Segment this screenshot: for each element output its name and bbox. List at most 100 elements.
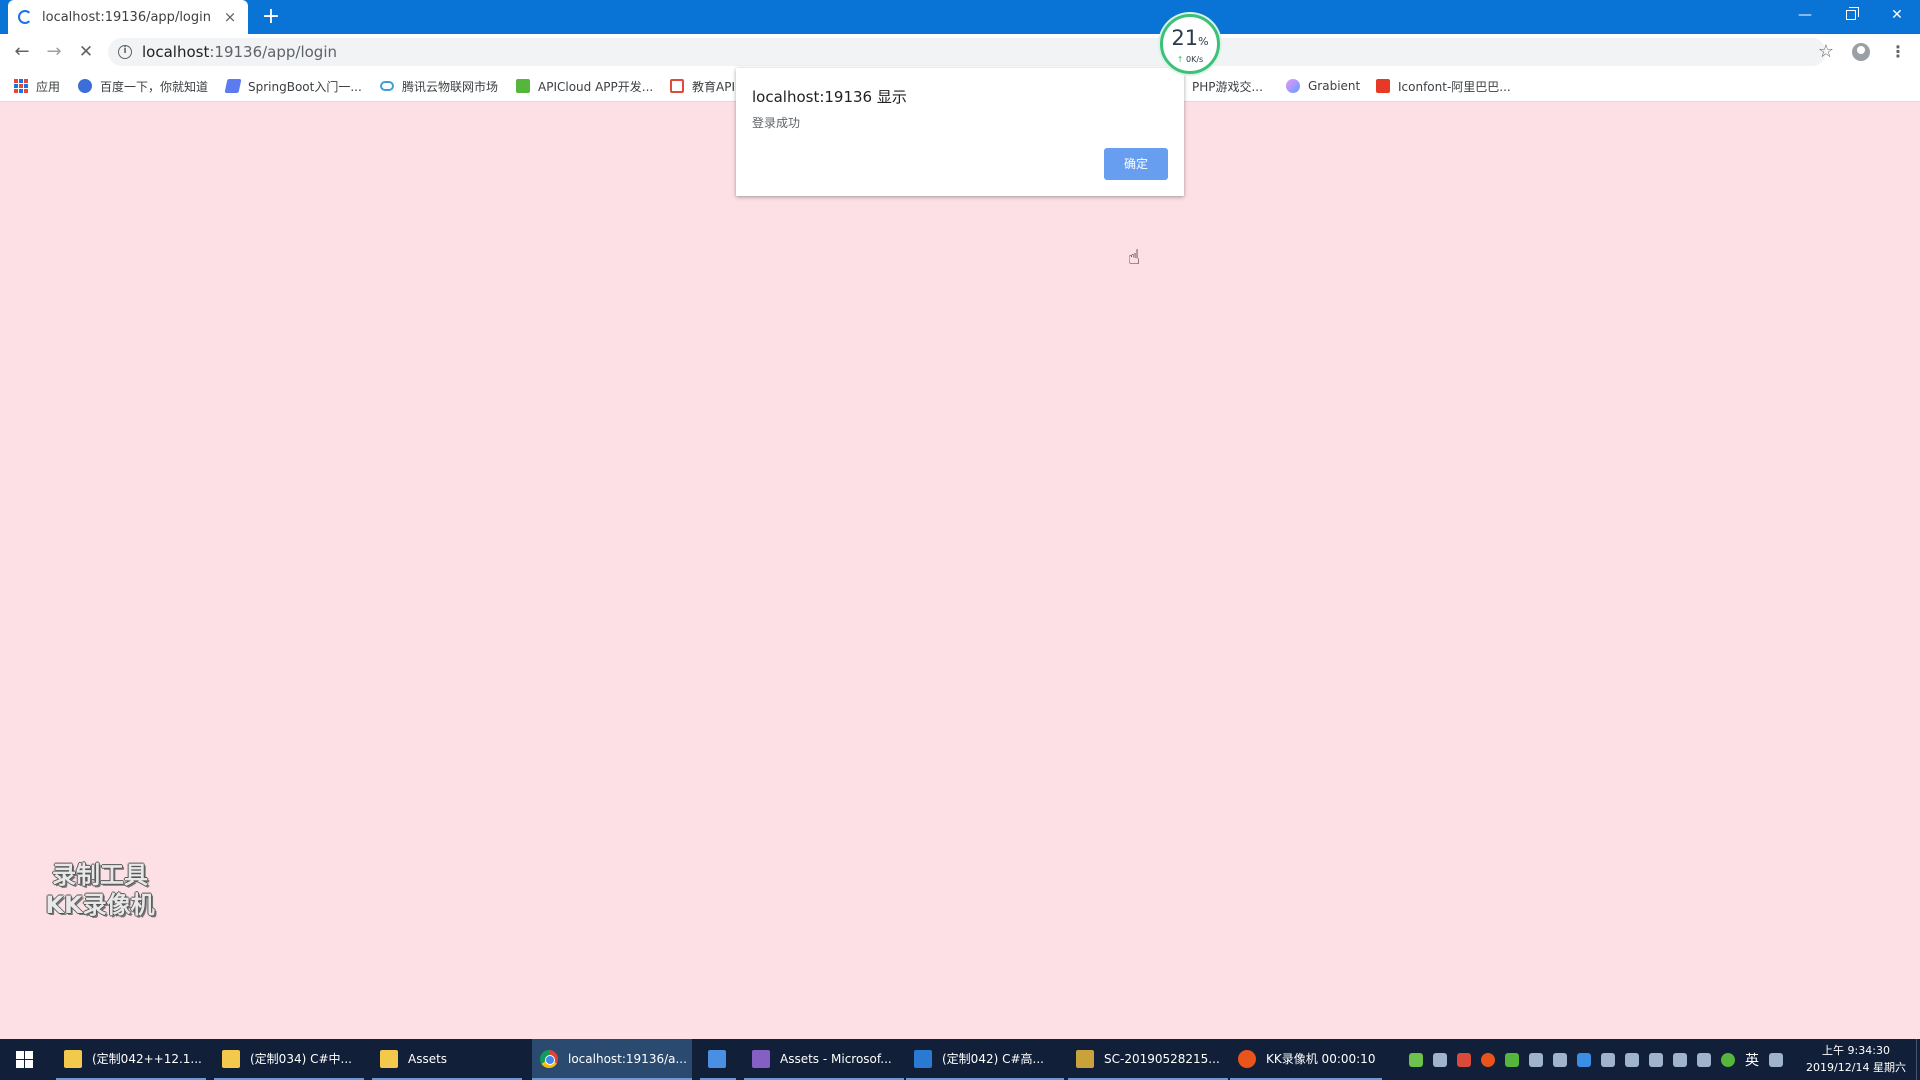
url-text[interactable]: localhost:19136/app/login xyxy=(142,38,337,66)
taskbar-item[interactable]: Assets xyxy=(372,1039,522,1080)
tool-icon xyxy=(1076,1049,1094,1068)
taskbar-item[interactable]: (定制034) C#中... xyxy=(214,1039,364,1080)
taskbar-item-label: Assets - Microsof... xyxy=(780,1051,892,1066)
bookmark-star-icon[interactable]: ☆ xyxy=(1812,38,1840,66)
taskbar-item-label: localhost:19136/a... xyxy=(568,1051,687,1066)
bookmark-label: Grabient xyxy=(1308,79,1361,93)
dialog-title: localhost:19136 显示 xyxy=(752,88,907,106)
bookmark-grabient[interactable]: Grabient xyxy=(1286,70,1360,102)
forward-button[interactable]: → xyxy=(40,38,68,66)
springboot-icon xyxy=(224,79,242,93)
windows-taskbar: (定制042++12.1... (定制034) C#中... Assets lo… xyxy=(0,1039,1920,1080)
start-button[interactable] xyxy=(0,1039,48,1080)
taskbar-item-label: (定制042++12.1... xyxy=(92,1052,202,1066)
restore-icon xyxy=(1846,7,1859,20)
volume-icon[interactable] xyxy=(1697,1052,1711,1067)
close-icon[interactable]: × xyxy=(222,8,238,26)
ok-button[interactable]: 确定 xyxy=(1104,148,1168,180)
windows-logo-icon xyxy=(15,1051,33,1068)
hand-cursor-icon: ☝ xyxy=(1128,245,1141,269)
taskbar-item-chrome[interactable]: localhost:19136/a... xyxy=(532,1039,692,1080)
taskbar-item[interactable]: KK录像机 00:00:10 xyxy=(1230,1039,1382,1080)
battery-icon[interactable] xyxy=(1409,1052,1423,1067)
folder-icon xyxy=(222,1049,240,1068)
apicloud-icon xyxy=(516,79,530,93)
iconfont-icon xyxy=(1376,79,1390,93)
taskbar-item[interactable]: Assets - Microsof... xyxy=(744,1039,904,1080)
tab-active[interactable]: localhost:19136/app/login × xyxy=(8,0,248,34)
speed-percent: 21% xyxy=(1171,26,1209,50)
taskbar-item[interactable]: (定制042++12.1... xyxy=(56,1039,206,1080)
taskbar-item-label: Assets xyxy=(408,1051,448,1066)
bookmark-tencent-cloud[interactable]: 腾讯云物联网市场 xyxy=(380,70,498,102)
taskbar-item-label: (定制034) C#中... xyxy=(250,1052,352,1066)
apps-grid-icon xyxy=(14,79,28,93)
restore-button[interactable] xyxy=(1828,0,1874,30)
bookmark-education[interactable]: 教育API xyxy=(670,70,735,102)
window-close-button[interactable]: ✕ xyxy=(1874,0,1920,30)
bookmark-label: APICloud APP开发... xyxy=(538,79,654,94)
keyboard-icon[interactable] xyxy=(1769,1052,1783,1067)
clock-time: 上午 9:34:30 xyxy=(1822,1044,1890,1057)
nvidia-icon[interactable] xyxy=(1505,1052,1519,1067)
new-tab-button[interactable]: + xyxy=(258,4,284,30)
kk-recorder-icon xyxy=(1238,1049,1256,1068)
bookmark-apps[interactable]: 应用 xyxy=(14,70,60,102)
browser-titlebar: localhost:19136/app/login × + — ✕ xyxy=(0,0,1920,34)
kk-tray-icon[interactable] xyxy=(1481,1052,1495,1067)
taskbar-item[interactable]: (定制042) C#高... xyxy=(906,1039,1064,1080)
vs-document-icon xyxy=(914,1049,932,1068)
recorder-watermark: 录制工具 KK录像机 xyxy=(30,860,170,930)
shield-icon[interactable] xyxy=(1457,1052,1471,1067)
system-tray: 英 xyxy=(1404,1039,1788,1080)
taskbar-item-label: SC-20190528215... xyxy=(1104,1051,1220,1066)
bookmark-label: Iconfont-阿里巴巴... xyxy=(1398,79,1511,94)
bookmark-baidu[interactable]: 百度一下，你就知道 xyxy=(78,70,208,102)
info-icon[interactable]: i xyxy=(118,45,132,59)
bookmark-iconfont[interactable]: Iconfont-阿里巴巴... xyxy=(1376,70,1511,102)
loading-spinner-icon xyxy=(18,10,32,24)
tab-title: localhost:19136/app/login xyxy=(42,9,211,25)
visual-studio-icon xyxy=(752,1049,770,1068)
usb-icon[interactable] xyxy=(1601,1052,1615,1067)
wifi-icon[interactable] xyxy=(1673,1052,1687,1067)
bookmark-label: 腾讯云物联网市场 xyxy=(402,79,499,94)
storage-icon[interactable] xyxy=(1529,1052,1543,1067)
display-icon[interactable] xyxy=(1649,1052,1663,1067)
show-desktop-button[interactable] xyxy=(1916,1039,1920,1080)
bookmark-apicloud[interactable]: APICloud APP开发... xyxy=(516,70,653,102)
url-host: localhost xyxy=(142,43,210,61)
education-icon xyxy=(670,79,684,93)
taskbar-item-label: (定制042) C#高... xyxy=(942,1052,1044,1066)
tencent-cloud-icon xyxy=(380,81,394,91)
baidu-paw-icon xyxy=(78,79,92,93)
menu-kebab-icon[interactable]: ⋮ xyxy=(1888,38,1908,66)
vscode-icon xyxy=(708,1049,726,1068)
address-bar[interactable]: i localhost:19136/app/login xyxy=(108,38,1826,66)
bookmark-label: 应用 xyxy=(36,79,61,94)
profile-avatar-icon[interactable] xyxy=(1852,43,1870,61)
taskbar-clock[interactable]: 上午 9:34:30 2019/12/14 星期六 xyxy=(1798,1042,1914,1076)
upload-arrow-icon: ↑ xyxy=(1176,55,1184,64)
url-path: :19136/app/login xyxy=(209,43,337,61)
stop-loading-button[interactable]: ✕ xyxy=(72,38,100,66)
taskbar-item[interactable]: SC-20190528215... xyxy=(1068,1039,1228,1080)
bookmark-label: 百度一下，你就知道 xyxy=(100,79,209,94)
clock-date: 2019/12/14 星期六 xyxy=(1806,1061,1906,1074)
cloud-icon[interactable] xyxy=(1553,1052,1567,1067)
network-speed-widget[interactable]: 21% ↑ 0K/s xyxy=(1160,14,1220,74)
bluetooth-icon[interactable] xyxy=(1577,1052,1591,1067)
taskbar-item[interactable] xyxy=(700,1039,736,1080)
ime-mode-label[interactable]: 英 xyxy=(1745,1050,1759,1070)
minimize-button[interactable]: — xyxy=(1782,0,1828,30)
folder-icon xyxy=(380,1049,398,1068)
watermark-line: 录制工具 xyxy=(52,861,148,889)
bookmark-springboot[interactable]: SpringBoot入门一... xyxy=(224,70,362,102)
back-button[interactable]: ← xyxy=(8,38,36,66)
power-plug-icon[interactable] xyxy=(1625,1052,1639,1067)
dialog-message: 登录成功 xyxy=(752,116,801,130)
taskbar-item-label: KK录像机 00:00:10 xyxy=(1266,1052,1376,1066)
ime-icon[interactable] xyxy=(1721,1052,1735,1067)
alert-dialog: localhost:19136 显示 登录成功 确定 xyxy=(736,68,1184,196)
network-icon[interactable] xyxy=(1433,1052,1447,1067)
